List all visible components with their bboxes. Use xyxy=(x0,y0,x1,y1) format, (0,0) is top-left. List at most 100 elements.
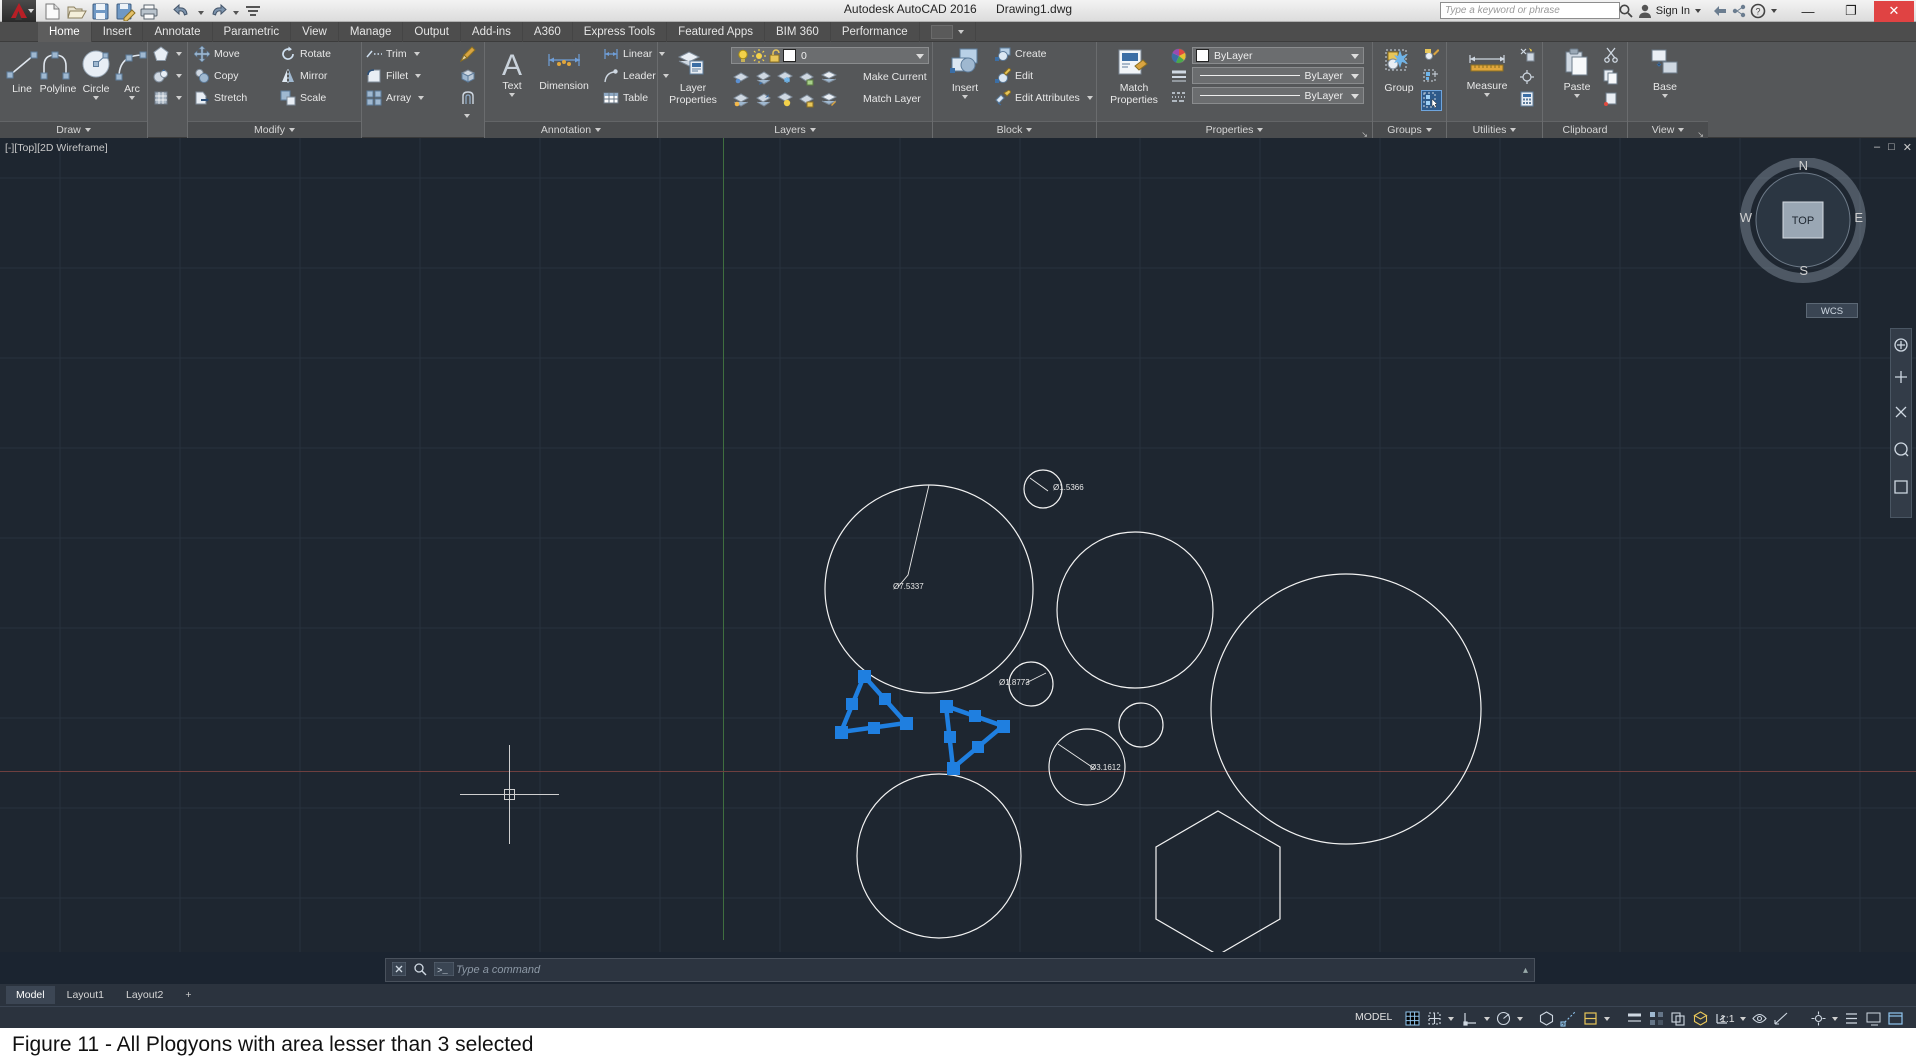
draw-gradient-button[interactable] xyxy=(153,68,182,84)
wcs-dropdown[interactable]: WCS xyxy=(1806,303,1858,318)
chevron-down-icon[interactable] xyxy=(1662,94,1668,98)
block-edit-button[interactable]: Edit xyxy=(995,68,1033,84)
annotation-text-button[interactable]: A Text xyxy=(490,46,534,97)
help-icon[interactable]: ? xyxy=(1750,3,1766,19)
measure-button[interactable]: Measure xyxy=(1459,48,1515,97)
chevron-down-icon[interactable] xyxy=(176,74,182,78)
point-id-icon[interactable] xyxy=(1519,69,1535,85)
transparency-icon[interactable] xyxy=(1648,1010,1665,1027)
chevron-down-icon[interactable] xyxy=(1351,74,1359,79)
annotation-scale-value[interactable]: 1:1 xyxy=(1720,1013,1735,1025)
hardware-accel-icon[interactable] xyxy=(1865,1010,1882,1027)
modify-brush-button[interactable] xyxy=(460,46,476,62)
tab-parametric[interactable]: Parametric xyxy=(213,22,292,42)
modify-scale-button[interactable]: Scale xyxy=(280,90,326,106)
grid-display-icon[interactable] xyxy=(1404,1010,1421,1027)
search-icon[interactable] xyxy=(1618,3,1634,19)
annotation-dimension-button[interactable]: Dimension xyxy=(533,46,595,92)
layer-thaw-icon[interactable] xyxy=(755,92,771,108)
current-layer-combo[interactable]: 0 xyxy=(731,47,929,64)
copy-clip-icon[interactable] xyxy=(1603,69,1619,85)
help-dropdown-icon[interactable] xyxy=(1769,3,1785,19)
close-cmd-icon[interactable] xyxy=(392,962,408,978)
autoscale-icon[interactable] xyxy=(1773,1010,1790,1027)
quick-select-icon[interactable] xyxy=(1519,47,1535,63)
tab-home[interactable]: Home xyxy=(38,22,92,42)
modify-fillet-button[interactable]: Fillet xyxy=(366,68,422,84)
chevron-down-icon[interactable] xyxy=(176,96,182,100)
command-line[interactable]: >_ Type a command ▴ xyxy=(385,958,1535,982)
drawing-viewport[interactable]: [-][Top][2D Wireframe] – □ ✕ Ø7.5337 Ø1.… xyxy=(0,138,1916,952)
chevron-down-icon[interactable] xyxy=(129,96,135,100)
chevron-down-icon[interactable] xyxy=(1351,54,1359,59)
search-input[interactable]: Type a keyword or phrase xyxy=(1440,2,1620,19)
tab-add-ins[interactable]: Add-ins xyxy=(461,22,523,42)
panel-modify-label[interactable]: Modify xyxy=(188,121,361,138)
selected-objects[interactable] xyxy=(0,138,1916,952)
lightbulb-icon[interactable] xyxy=(735,48,751,64)
object-linewidth-combo[interactable]: ByLayer xyxy=(1192,67,1364,84)
annotation-table-button[interactable]: Table xyxy=(603,90,648,106)
panel-layers-label[interactable]: Layers xyxy=(658,121,932,138)
share-icon[interactable] xyxy=(1731,3,1747,19)
polar-tracking-icon[interactable] xyxy=(1495,1010,1512,1027)
chevron-down-icon[interactable] xyxy=(415,74,422,78)
layer-properties-button[interactable]: Layer Properties xyxy=(664,46,722,106)
view-cube-n-label[interactable]: N xyxy=(1799,158,1808,173)
navigation-bar[interactable] xyxy=(1890,328,1912,518)
panel-draw-label[interactable]: Draw xyxy=(0,121,147,138)
panel-clipboard-label[interactable]: Clipboard xyxy=(1543,121,1627,138)
sign-in-button[interactable]: Sign In xyxy=(1656,5,1690,17)
unlock-icon[interactable] xyxy=(767,48,783,64)
view-cube-w-label[interactable]: W xyxy=(1740,210,1752,225)
linetype-icon[interactable] xyxy=(1171,89,1187,105)
block-create-button[interactable]: Create xyxy=(995,46,1047,62)
command-input[interactable]: Type a command xyxy=(456,964,1523,976)
panel-annotation-label[interactable]: Annotation xyxy=(485,121,657,138)
chevron-down-icon[interactable] xyxy=(413,52,420,56)
panel-view-label[interactable]: View ↘ xyxy=(1628,121,1708,139)
command-history-icon[interactable]: ▴ xyxy=(1523,965,1534,976)
chevron-down-icon[interactable] xyxy=(1448,1016,1454,1021)
layout-tab-layout2[interactable]: Layout2 xyxy=(116,986,173,1004)
panel-utilities-label[interactable]: Utilities xyxy=(1447,121,1542,138)
snap-mode-icon[interactable] xyxy=(1426,1010,1443,1027)
chevron-down-icon[interactable] xyxy=(509,93,515,97)
match-properties-button[interactable]: Match Properties xyxy=(1103,46,1165,106)
layers-make-current-button[interactable]: Make Current xyxy=(863,71,927,83)
model-space-button[interactable]: MODEL xyxy=(1355,1011,1392,1023)
object-linetype-combo[interactable]: ByLayer xyxy=(1192,87,1364,104)
customization-icon[interactable] xyxy=(1843,1010,1860,1027)
layout-tab-add[interactable]: + xyxy=(175,986,201,1004)
copy-base-icon[interactable] xyxy=(1603,91,1619,107)
cut-clip-icon[interactable] xyxy=(1603,47,1619,63)
tab-bim-360[interactable]: BIM 360 xyxy=(765,22,831,42)
layers-match-layer-button[interactable]: Match Layer xyxy=(863,93,921,105)
chevron-down-icon[interactable] xyxy=(1574,94,1580,98)
object-color-combo[interactable]: ByLayer xyxy=(1192,47,1364,64)
workspace-icon[interactable] xyxy=(1810,1010,1827,1027)
layer-turn-on-icon[interactable] xyxy=(733,92,749,108)
layout-tab-layout1[interactable]: Layout1 xyxy=(57,986,114,1004)
user-icon[interactable] xyxy=(1637,3,1653,19)
match-layer-icon[interactable] xyxy=(821,92,837,108)
edit-group-icon[interactable] xyxy=(1423,47,1439,63)
maximize-button[interactable]: ❐ xyxy=(1831,1,1871,22)
annotation-linear-button[interactable]: Linear xyxy=(603,46,666,62)
annotation-visibility-icon[interactable] xyxy=(1751,1010,1768,1027)
modify-move-button[interactable]: Move xyxy=(194,46,240,62)
calculator-icon[interactable] xyxy=(1519,91,1535,107)
modify-more-button[interactable] xyxy=(461,114,470,118)
chevron-down-icon[interactable] xyxy=(916,54,924,59)
layer-isolate-icon[interactable] xyxy=(733,70,749,86)
modify-3dmove-button[interactable] xyxy=(460,68,476,84)
sign-in-dropdown-icon[interactable] xyxy=(1693,3,1709,19)
tab-insert[interactable]: Insert xyxy=(92,22,144,42)
object-snap-tracking-icon[interactable] xyxy=(1560,1010,1577,1027)
chevron-down-icon[interactable] xyxy=(418,96,425,100)
panel-groups-label[interactable]: Groups xyxy=(1373,121,1446,138)
layer-freeze-icon[interactable] xyxy=(777,70,793,86)
view-cube-s-label[interactable]: S xyxy=(1799,263,1808,278)
chevron-down-icon[interactable] xyxy=(1086,96,1093,100)
paste-button[interactable]: Paste xyxy=(1555,47,1599,98)
